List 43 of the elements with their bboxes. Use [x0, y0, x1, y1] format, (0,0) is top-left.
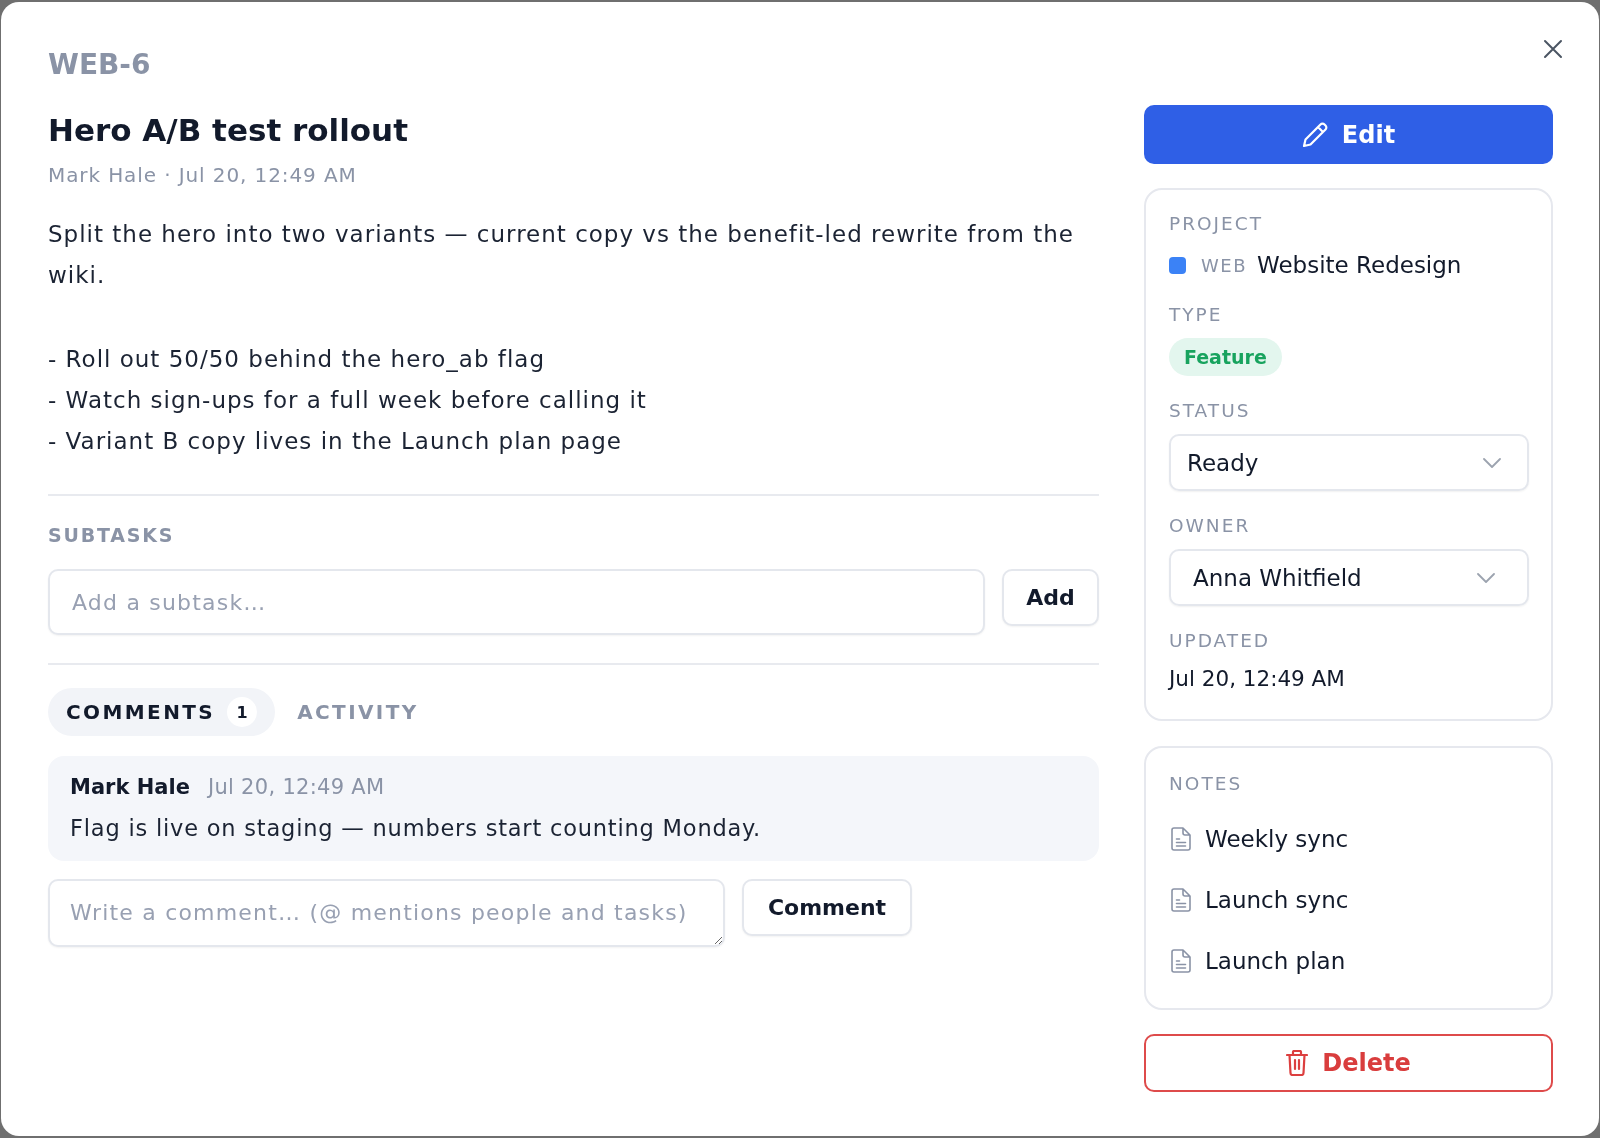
description-bullet: - Watch sign-ups for a full week before calling it: [48, 386, 647, 415]
task-meta: Mark Hale · Jul 20, 12:49 AM: [48, 162, 357, 189]
chevron-down-icon: [1483, 457, 1501, 468]
field-label: UPDATED: [1169, 630, 1272, 652]
comment-time: Jul 20, 12:49 AM: [207, 774, 385, 801]
comment-author: Mark Hale: [70, 774, 190, 801]
field-label: STATUS: [1169, 400, 1252, 422]
comment-text: Flag is live on staging — numbers start counting Monday.: [70, 814, 762, 843]
description-bullet: - Variant B copy lives in the Launch plan page: [48, 427, 623, 456]
comment-field[interactable]: Write a comment… (@ mentions people and tasks): [48, 879, 725, 947]
field-label: OWNER: [1169, 515, 1252, 537]
note-link[interactable]: Launch plan: [1169, 941, 1528, 981]
add-button[interactable]: Add: [1002, 569, 1099, 626]
task-description: Split the hero into two variants — current copy vs the benefit-led rewrite from the wiki.: [48, 220, 1075, 290]
pencil-icon: [1301, 121, 1328, 148]
tab[interactable]: COMMENTS 1: [48, 688, 276, 736]
document-icon: [1171, 949, 1191, 973]
close-icon: [1543, 39, 1563, 59]
project-swatch-icon: [1169, 256, 1186, 274]
count-badge: 1: [227, 697, 258, 727]
trash-icon: [1286, 1050, 1309, 1076]
edit-button[interactable]: Edit: [1144, 105, 1553, 164]
task-key: WEB-6: [48, 48, 151, 82]
document-icon: [1171, 827, 1191, 851]
document-icon: [1171, 888, 1191, 912]
note-link[interactable]: Launch sync: [1169, 880, 1528, 920]
task-title: Hero A/B test rollout: [48, 111, 408, 150]
owner-select[interactable]: Anna Whitfield: [1169, 549, 1529, 606]
field-label: PROJECT: [1169, 213, 1264, 235]
subtask-input[interactable]: Add a subtask…: [48, 569, 985, 635]
chevron-down-icon: [1477, 572, 1495, 583]
section-heading: SUBTASKS: [48, 523, 175, 547]
project-name: Website Redesign: [1257, 252, 1462, 278]
type-badge: Feature: [1169, 338, 1282, 376]
updated-value: Jul 20, 12:49 AM: [1169, 665, 1346, 693]
description-bullet: - Roll out 50/50 behind the hero_ab flag: [48, 345, 546, 374]
delete-button[interactable]: Delete: [1144, 1034, 1553, 1092]
status-select[interactable]: Ready: [1169, 434, 1529, 491]
note-link[interactable]: Weekly sync: [1169, 819, 1528, 859]
field-label: TYPE: [1169, 304, 1224, 326]
project-key: WEB: [1201, 254, 1248, 276]
comment-button[interactable]: Comment: [742, 879, 912, 936]
notes-heading: NOTES: [1169, 773, 1244, 795]
